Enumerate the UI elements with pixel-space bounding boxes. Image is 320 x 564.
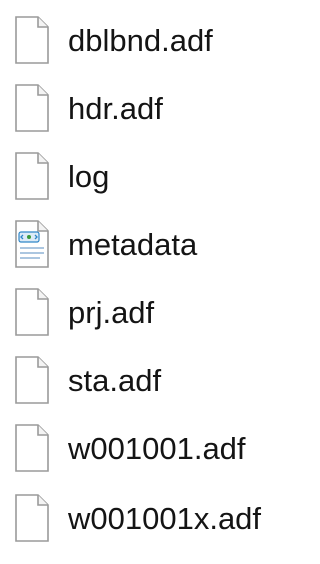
blank-file-icon [15, 84, 49, 132]
file-name: hdr.adf [68, 90, 163, 126]
blank-file-icon [15, 288, 49, 336]
file-list: dblbnd.adf hdr.adf log metadata prj.adf … [0, 0, 289, 564]
xml-document-icon [15, 220, 49, 268]
blank-file-icon [15, 356, 49, 404]
file-item-w001001x[interactable]: w001001x.adf [8, 490, 283, 546]
file-name: log [68, 158, 110, 194]
file-item-w001001[interactable]: w001001.adf [8, 420, 283, 476]
file-item-dblbnd[interactable]: dblbnd.adf [8, 12, 283, 68]
blank-file-icon [15, 16, 49, 64]
blank-file-icon [15, 424, 49, 472]
file-name: sta.adf [68, 362, 162, 398]
file-name: w001001.adf [68, 430, 246, 466]
blank-file-icon [15, 152, 49, 200]
file-item-hdr[interactable]: hdr.adf [8, 80, 283, 136]
file-item-prj[interactable]: prj.adf [8, 284, 283, 340]
file-item-metadata[interactable]: metadata [8, 216, 283, 272]
file-name: w001001x.adf [68, 500, 262, 536]
file-item-log[interactable]: log [8, 148, 283, 204]
file-name: metadata [68, 226, 198, 262]
blank-file-icon [15, 494, 49, 542]
file-name: dblbnd.adf [68, 22, 213, 58]
file-name: prj.adf [68, 294, 155, 330]
file-item-sta[interactable]: sta.adf [8, 352, 283, 408]
